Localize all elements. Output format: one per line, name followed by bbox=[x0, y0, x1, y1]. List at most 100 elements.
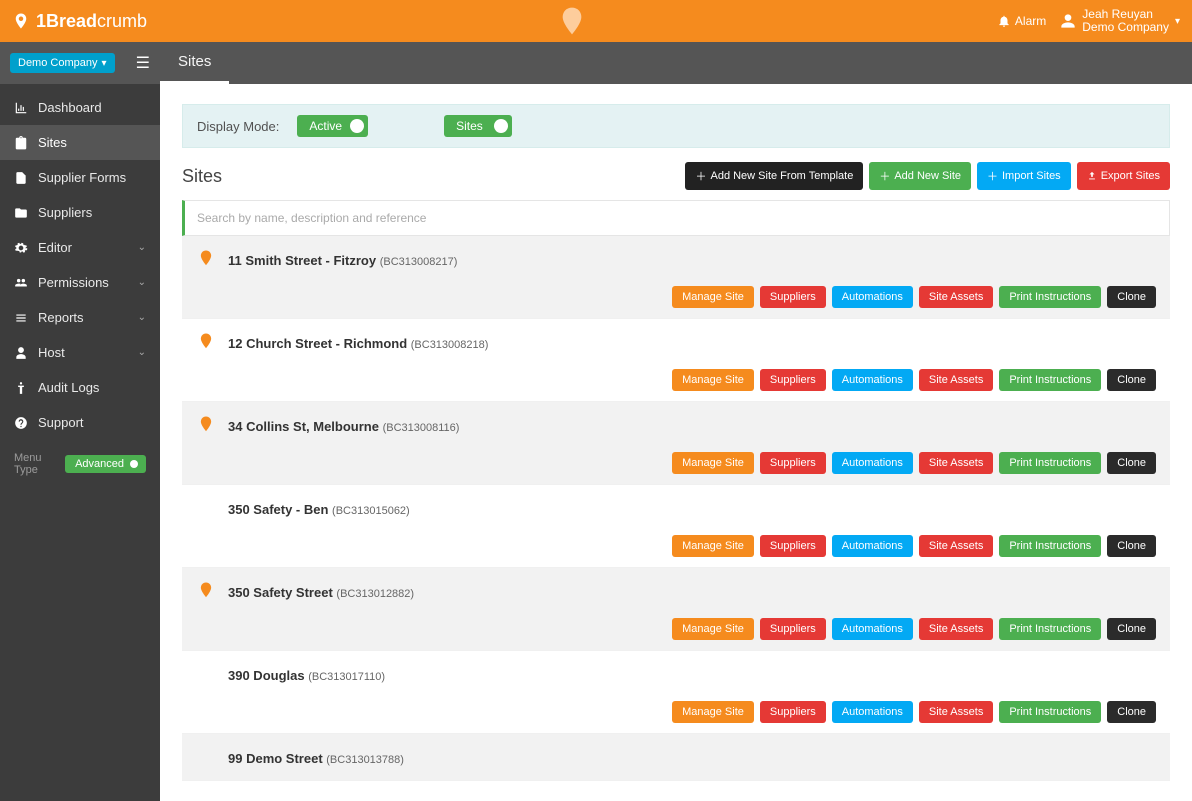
suppliers-button[interactable]: Suppliers bbox=[760, 452, 826, 474]
automations-button[interactable]: Automations bbox=[832, 452, 913, 474]
add-from-template-button[interactable]: ＋ Add New Site From Template bbox=[685, 162, 863, 190]
site-ref: (BC313008217) bbox=[380, 256, 458, 268]
menu-type-toggle[interactable]: Advanced bbox=[65, 455, 146, 473]
site-row: 12 Church Street - Richmond (BC313008218… bbox=[182, 319, 1170, 402]
site-name[interactable]: 390 Douglas (BC313017110) bbox=[228, 668, 385, 683]
site-ref: (BC313012882) bbox=[336, 588, 414, 600]
site-assets-button[interactable]: Site Assets bbox=[919, 535, 993, 557]
export-sites-button[interactable]: Export Sites bbox=[1077, 162, 1170, 190]
add-new-site-button[interactable]: ＋ Add New Site bbox=[869, 162, 971, 190]
print-instructions-button[interactable]: Print Instructions bbox=[999, 286, 1101, 308]
sidebar-item-permissions[interactable]: Permissions⌄ bbox=[0, 265, 160, 300]
print-instructions-button[interactable]: Print Instructions bbox=[999, 369, 1101, 391]
site-logo-icon bbox=[196, 248, 216, 272]
site-head: 390 Douglas (BC313017110) bbox=[196, 663, 1156, 687]
print-instructions-button[interactable]: Print Instructions bbox=[999, 452, 1101, 474]
sidebar-item-label: Supplier Forms bbox=[38, 170, 126, 185]
site-head: 350 Safety Street (BC313012882) bbox=[196, 580, 1156, 604]
suppliers-button[interactable]: Suppliers bbox=[760, 701, 826, 723]
suppliers-button[interactable]: Suppliers bbox=[760, 618, 826, 640]
brand-logo-icon bbox=[12, 12, 30, 30]
sidebar-item-label: Dashboard bbox=[38, 100, 102, 115]
add-from-template-label: Add New Site From Template bbox=[710, 170, 853, 182]
clone-button[interactable]: Clone bbox=[1107, 535, 1156, 557]
sidebar-item-reports[interactable]: Reports⌄ bbox=[0, 300, 160, 335]
menu-type-value: Advanced bbox=[75, 458, 124, 470]
manage-site-button[interactable]: Manage Site bbox=[672, 452, 754, 474]
site-assets-button[interactable]: Site Assets bbox=[919, 452, 993, 474]
toggle-active[interactable]: Active bbox=[297, 115, 368, 137]
manage-site-button[interactable]: Manage Site bbox=[672, 701, 754, 723]
clone-button[interactable]: Clone bbox=[1107, 701, 1156, 723]
site-name[interactable]: 350 Safety Street (BC313012882) bbox=[228, 585, 414, 600]
site-actions: Manage Site Suppliers Automations Site Asse… bbox=[196, 618, 1156, 640]
file-icon bbox=[14, 171, 28, 185]
automations-button[interactable]: Automations bbox=[832, 701, 913, 723]
chart-icon bbox=[14, 101, 28, 115]
site-name[interactable]: 350 Safety - Ben (BC313015062) bbox=[228, 502, 410, 517]
site-assets-button[interactable]: Site Assets bbox=[919, 618, 993, 640]
search-input[interactable] bbox=[185, 201, 1169, 235]
site-row: 390 Douglas (BC313017110) Manage Site Supp… bbox=[182, 651, 1170, 734]
clone-button[interactable]: Clone bbox=[1107, 618, 1156, 640]
print-instructions-button[interactable]: Print Instructions bbox=[999, 535, 1101, 557]
site-name[interactable]: 12 Church Street - Richmond (BC313008218… bbox=[228, 336, 488, 351]
gear-icon bbox=[14, 241, 28, 255]
manage-site-button[interactable]: Manage Site bbox=[672, 286, 754, 308]
import-sites-label: Import Sites bbox=[1002, 170, 1061, 182]
manage-site-button[interactable]: Manage Site bbox=[672, 535, 754, 557]
alarm-button[interactable]: Alarm bbox=[997, 14, 1046, 28]
manage-site-button[interactable]: Manage Site bbox=[672, 618, 754, 640]
manage-site-button[interactable]: Manage Site bbox=[672, 369, 754, 391]
site-actions: Manage Site Suppliers Automations Site Asse… bbox=[196, 369, 1156, 391]
body-icon bbox=[14, 381, 28, 395]
clone-button[interactable]: Clone bbox=[1107, 369, 1156, 391]
site-name[interactable]: 99 Demo Street (BC313013788) bbox=[228, 751, 404, 766]
menu-toggle-icon[interactable]: ☰ bbox=[136, 53, 150, 73]
sidebar-item-host[interactable]: Host⌄ bbox=[0, 335, 160, 370]
site-row: 99 Demo Street (BC313013788) bbox=[182, 734, 1170, 781]
brand[interactable]: 1Breadcrumb bbox=[12, 11, 147, 32]
print-instructions-button[interactable]: Print Instructions bbox=[999, 618, 1101, 640]
chevron-down-icon: ▾ bbox=[1175, 16, 1180, 27]
toggle-knob bbox=[130, 460, 138, 468]
site-head: 99 Demo Street (BC313013788) bbox=[196, 746, 1156, 770]
site-row: 11 Smith Street - Fitzroy (BC313008217) M… bbox=[182, 236, 1170, 319]
company-selector[interactable]: Demo Company ▾ bbox=[10, 53, 115, 73]
site-name[interactable]: 11 Smith Street - Fitzroy (BC313008217) bbox=[228, 253, 457, 268]
automations-button[interactable]: Automations bbox=[832, 618, 913, 640]
print-instructions-button[interactable]: Print Instructions bbox=[999, 701, 1101, 723]
chevron-down-icon: ⌄ bbox=[138, 242, 146, 253]
site-head: 350 Safety - Ben (BC313015062) bbox=[196, 497, 1156, 521]
automations-button[interactable]: Automations bbox=[832, 286, 913, 308]
sidebar-item-sites[interactable]: Sites bbox=[0, 125, 160, 160]
sidebar-item-editor[interactable]: Editor⌄ bbox=[0, 230, 160, 265]
automations-button[interactable]: Automations bbox=[832, 535, 913, 557]
sidebar-item-dashboard[interactable]: Dashboard bbox=[0, 90, 160, 125]
site-assets-button[interactable]: Site Assets bbox=[919, 701, 993, 723]
sidebar-item-support[interactable]: Support bbox=[0, 405, 160, 440]
page-tab[interactable]: Sites bbox=[160, 42, 229, 84]
user-menu[interactable]: Jeah Reuyan Demo Company ▾ bbox=[1060, 8, 1180, 34]
toggle-sites[interactable]: Sites bbox=[444, 115, 512, 137]
toggle-active-label: Active bbox=[309, 119, 342, 133]
site-logo-icon bbox=[196, 746, 216, 770]
site-assets-button[interactable]: Site Assets bbox=[919, 286, 993, 308]
site-row: 350 Safety Street (BC313012882) Manage Si… bbox=[182, 568, 1170, 651]
automations-button[interactable]: Automations bbox=[832, 369, 913, 391]
sidebar-item-audit-logs[interactable]: Audit Logs bbox=[0, 370, 160, 405]
chevron-down-icon: ⌄ bbox=[138, 277, 146, 288]
site-ref: (BC313008116) bbox=[383, 422, 460, 434]
suppliers-button[interactable]: Suppliers bbox=[760, 286, 826, 308]
sidebar-item-supplier-forms[interactable]: Supplier Forms bbox=[0, 160, 160, 195]
site-name[interactable]: 34 Collins St, Melbourne (BC313008116) bbox=[228, 419, 459, 434]
site-assets-button[interactable]: Site Assets bbox=[919, 369, 993, 391]
suppliers-button[interactable]: Suppliers bbox=[760, 369, 826, 391]
clone-button[interactable]: Clone bbox=[1107, 286, 1156, 308]
import-sites-button[interactable]: ＋ Import Sites bbox=[977, 162, 1071, 190]
suppliers-button[interactable]: Suppliers bbox=[760, 535, 826, 557]
sidebar-item-suppliers[interactable]: Suppliers bbox=[0, 195, 160, 230]
topbar-center bbox=[147, 5, 997, 37]
clone-button[interactable]: Clone bbox=[1107, 452, 1156, 474]
bell-icon bbox=[997, 14, 1011, 28]
